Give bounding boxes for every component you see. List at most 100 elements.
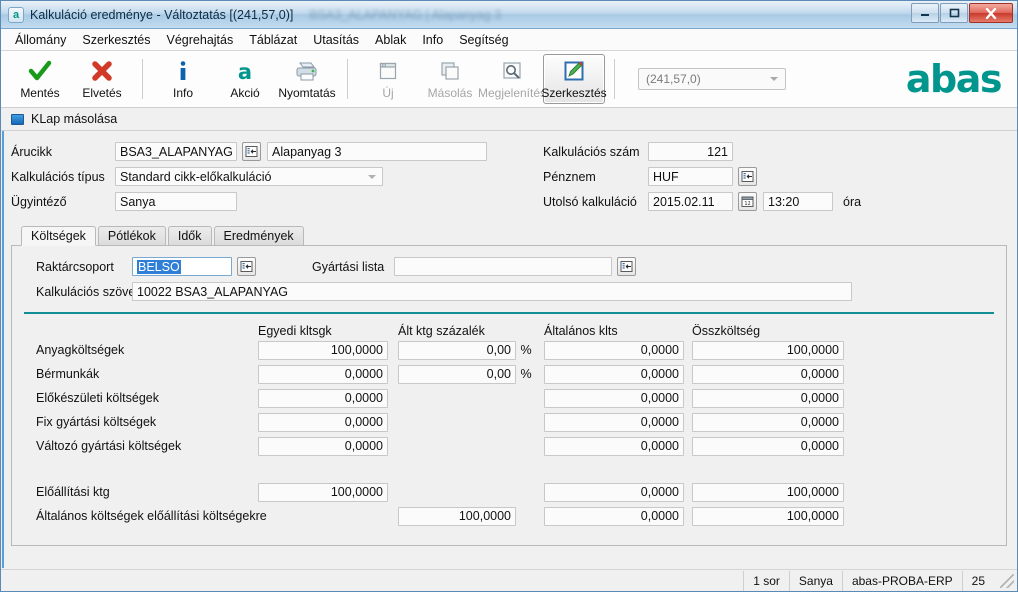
toolbar-button-edit[interactable]: Szerkesztés xyxy=(541,54,607,104)
status-cell-user: Sanya xyxy=(788,570,842,591)
table-row: Általános költségek előállítási költsége… xyxy=(22,504,996,528)
select-kalkulacios-tipus-value: Standard cikk-előkalkuláció xyxy=(120,169,272,184)
toolbar-label-action: Akció xyxy=(230,85,260,100)
menu-item-ablak[interactable]: Ablak xyxy=(367,31,414,49)
menu-item-info[interactable]: Info xyxy=(414,31,451,49)
cell-summary-egyedi-0[interactable]: 100,0000 xyxy=(258,482,388,502)
cell-egyedi-1[interactable]: 0,0000 xyxy=(258,364,388,384)
input-gyartasi-lista[interactable] xyxy=(394,257,613,276)
input-utolso-kalkulacio-time[interactable]: 13:20 xyxy=(763,192,833,211)
input-arucikk-description[interactable]: Alapanyag 3 xyxy=(267,142,487,161)
menu-item-allomany[interactable]: Állomány xyxy=(7,31,74,49)
table-row: Előállítási ktg 100,0000 0,0000 100,0000 xyxy=(22,480,996,504)
label-raktarcsoport: Raktárcsoport xyxy=(36,259,114,274)
gyartasi-lista-picker-button[interactable] xyxy=(617,257,637,276)
cell-egyedi-2[interactable]: 0,0000 xyxy=(258,388,388,408)
input-raktarcsoport-value: BELSO xyxy=(137,259,181,274)
window-title-ghost: BSA3_ALAPANYAG | Alapanyag 3 xyxy=(309,7,502,22)
raktarcsoport-picker-button[interactable] xyxy=(237,257,256,276)
minimize-button[interactable] xyxy=(911,3,939,23)
toolbar-button-save[interactable]: Mentés xyxy=(9,54,71,104)
check-icon xyxy=(28,59,52,83)
cell-summary-ossz-0[interactable]: 100,0000 xyxy=(692,482,844,502)
input-arucikk[interactable]: BSA3_ALAPANYAG xyxy=(115,142,237,161)
close-button[interactable] xyxy=(969,3,1013,23)
cell-summary-altalanos-0[interactable]: 0,0000 xyxy=(544,482,684,502)
cell-ossz-4[interactable]: 0,0000 xyxy=(692,436,844,456)
tab-eredmenyek[interactable]: Eredmények xyxy=(213,226,304,245)
cell-summary-pct-1[interactable]: 100,0000 xyxy=(398,506,516,526)
toolbar-button-info[interactable]: Info xyxy=(152,54,214,104)
menu-item-vegrehajtas[interactable]: Végrehajtás xyxy=(159,31,242,49)
tab-koltsegek[interactable]: Költségek xyxy=(21,226,96,246)
column-header-egyedi-kltsgk: Egyedi kltsgk xyxy=(258,324,332,338)
input-kalkulacios-szam[interactable]: 121 xyxy=(648,142,733,161)
new-doc-icon xyxy=(377,59,399,83)
cell-ossz-1[interactable]: 0,0000 xyxy=(692,364,844,384)
cell-egyedi-3[interactable]: 0,0000 xyxy=(258,412,388,432)
section-divider xyxy=(24,312,994,314)
menu-item-segitseg[interactable]: Segítség xyxy=(451,31,516,49)
tab-potlekok[interactable]: Pótlékok xyxy=(97,226,166,245)
input-raktarcsoport[interactable]: BELSO xyxy=(132,257,232,276)
toolbar-label-print: Nyomtatás xyxy=(278,85,336,100)
cell-ossz-2[interactable]: 0,0000 xyxy=(692,388,844,408)
cell-summary-ossz-1[interactable]: 100,0000 xyxy=(692,506,844,526)
toolbar-button-display[interactable]: Megjelenítés xyxy=(478,54,546,104)
input-penznem[interactable]: HUF xyxy=(648,167,733,186)
toolbar-button-print[interactable]: Nyomtatás xyxy=(276,54,338,104)
table-row: Előkészületi költségek 0,0000 0,0000 0,0… xyxy=(22,386,996,410)
field-row-ugyintezo: Ügyintéző Sanya xyxy=(11,189,531,214)
cell-egyedi-0[interactable]: 100,0000 xyxy=(258,340,388,360)
resize-grip-icon[interactable] xyxy=(1000,573,1014,588)
cell-altalanos-0[interactable]: 0,0000 xyxy=(544,340,684,360)
toolbar-button-discard[interactable]: Elvetés xyxy=(71,54,133,104)
cell-altalanos-4[interactable]: 0,0000 xyxy=(544,436,684,456)
cell-altalanos-2[interactable]: 0,0000 xyxy=(544,388,684,408)
penznem-picker-button[interactable] xyxy=(738,167,757,186)
pct-sign-0: % xyxy=(520,343,532,357)
cell-egyedi-4[interactable]: 0,0000 xyxy=(258,436,388,456)
field-row-raktarcsoport: Raktárcsoport BELSO Gyártási lista xyxy=(22,254,996,279)
label-utolso-kalkulacio: Utolsó kalkuláció xyxy=(543,194,637,209)
copy-icon xyxy=(439,59,461,83)
status-bar: 1 sor Sanya abas-PROBA-ERP 25 xyxy=(1,569,1017,591)
action-a-icon: a xyxy=(234,59,256,83)
menu-item-tablazat[interactable]: Táblázat xyxy=(241,31,305,49)
form-left-column: Árucikk BSA3_ALAPANYAG Alapanyag 3 Kalku… xyxy=(11,139,531,214)
pct-sign-1: % xyxy=(520,367,532,381)
toolbar-separator-3 xyxy=(614,59,615,99)
menu-item-utasitas[interactable]: Utasítás xyxy=(305,31,367,49)
row-label-elokeszuleti-koltsegek: Előkészületi költségek xyxy=(36,391,159,405)
maximize-button[interactable] xyxy=(940,3,968,23)
field-row-utolso-kalkulacio: Utolsó kalkuláció 2015.02.11 12 13:20 ór… xyxy=(543,189,1007,214)
cell-altalanos-1[interactable]: 0,0000 xyxy=(544,364,684,384)
cell-summary-altalanos-1[interactable]: 0,0000 xyxy=(544,506,684,526)
cell-ossz-0[interactable]: 100,0000 xyxy=(692,340,844,360)
label-kalkulacios-szoveg: Kalkulációs szöveg xyxy=(36,284,143,299)
input-ugyintezo[interactable]: Sanya xyxy=(115,192,237,211)
cost-table-header: Egyedi kltsgk Ált ktg százalék Általános… xyxy=(22,318,996,338)
cell-pct-1[interactable]: 0,00 xyxy=(398,364,516,384)
label-gyartasi-lista: Gyártási lista xyxy=(312,259,385,274)
cell-ossz-3[interactable]: 0,0000 xyxy=(692,412,844,432)
cell-altalanos-3[interactable]: 0,0000 xyxy=(544,412,684,432)
column-header-osszkoltseg: Összköltség xyxy=(692,324,761,338)
sub-header: KLap másolása xyxy=(1,108,1017,131)
toolbar-context-combo[interactable]: (241,57,0) xyxy=(638,68,786,90)
table-row: Fix gyártási költségek 0,0000 0,0000 0,0… xyxy=(22,410,996,434)
tab-idok[interactable]: Idők xyxy=(167,226,212,245)
cell-pct-0[interactable]: 0,00 xyxy=(398,340,516,360)
input-kalkulacios-szoveg[interactable]: 10022 BSA3_ALAPANYAG xyxy=(132,282,852,301)
select-kalkulacios-tipus[interactable]: Standard cikk-előkalkuláció xyxy=(115,167,383,186)
toolbar-button-copy[interactable]: Másolás xyxy=(419,54,481,104)
input-utolso-kalkulacio-date[interactable]: 2015.02.11 xyxy=(648,192,733,211)
toolbar-button-action[interactable]: a Akció xyxy=(214,54,276,104)
calendar-picker-button[interactable]: 12 xyxy=(738,192,757,211)
arucikk-picker-button[interactable] xyxy=(242,142,261,161)
label-arucikk: Árucikk xyxy=(11,144,52,159)
toolbar-button-new[interactable]: Új xyxy=(357,54,419,104)
menu-item-szerkesztes[interactable]: Szerkesztés xyxy=(74,31,158,49)
toolbar-label-discard: Elvetés xyxy=(82,85,122,100)
label-utolso-kalkulacio-unit: óra xyxy=(843,194,862,209)
